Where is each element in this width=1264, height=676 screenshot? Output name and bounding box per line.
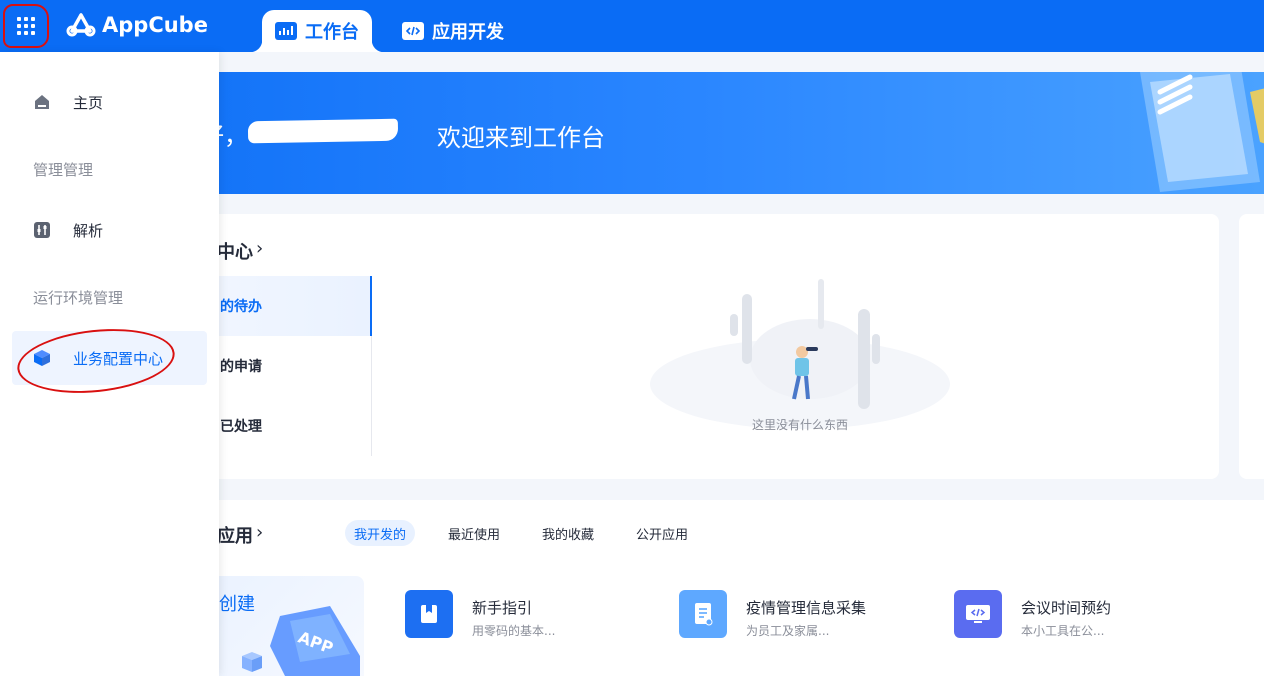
banner-illustration <box>1140 72 1264 192</box>
todo-center-card: 中心 › 的待办 的申请 已处理 这里没有什么东西 <box>200 214 1219 479</box>
code-icon <box>402 22 424 40</box>
sidebar-group-label: 管理管理 <box>33 161 94 179</box>
side-menu-drawer: 主页 管理管理 解析 运行环境管理 业务配置中心 <box>0 52 219 676</box>
filter-recent[interactable]: 最近使用 <box>439 520 509 546</box>
sidebar-item-label: 业务配置中心 <box>73 349 164 368</box>
sidebar-group-label: 运行环境管理 <box>33 289 124 307</box>
bookmark-icon <box>405 590 453 638</box>
sidebar-item-label: 解析 <box>73 221 104 240</box>
tab-processed[interactable]: 已处理 <box>200 396 372 456</box>
app-grid-menu-button[interactable] <box>6 6 46 46</box>
redacted-username <box>247 118 399 144</box>
tab-app-development[interactable]: 应用开发 <box>402 10 504 52</box>
sidebar-item-parse[interactable]: 解析 <box>12 203 207 257</box>
create-app-card[interactable]: 创建 APP <box>200 576 364 676</box>
empty-state-text: 这里没有什么东西 <box>752 418 849 432</box>
filter-favorites[interactable]: 我的收藏 <box>533 520 603 546</box>
todo-center-title[interactable]: 中心 <box>217 238 253 264</box>
apps-title[interactable]: 应用 <box>217 522 253 548</box>
app-card-meeting-booking[interactable]: 会议时间预约 本小工具在公... <box>954 590 1214 640</box>
app-name: 疫情管理信息采集 <box>746 599 867 617</box>
app-description: 本小工具在公... <box>1021 624 1105 638</box>
home-icon <box>33 93 51 111</box>
filter-public[interactable]: 公开应用 <box>627 520 697 546</box>
apps-section: 应用 › 我开发的 最近使用 我的收藏 公开应用 创建 APP 新手指引 用零码… <box>200 500 1264 676</box>
app-description: 用零码的基本... <box>472 624 556 638</box>
brand-logo[interactable]: AppCube <box>66 12 208 38</box>
filter-my-developed[interactable]: 我开发的 <box>345 520 416 546</box>
tab-label: 应用开发 <box>432 22 504 43</box>
app-card-beginner-guide[interactable]: 新手指引 用零码的基本... <box>405 590 665 640</box>
chevron-right-icon[interactable]: › <box>256 522 263 543</box>
sliders-icon <box>33 221 51 239</box>
monitor-code-icon <box>954 590 1002 638</box>
app-name: 新手指引 <box>472 599 533 617</box>
sidebar-item-business-config[interactable]: 业务配置中心 <box>12 331 207 385</box>
grid-icon <box>17 17 35 35</box>
dashboard-icon <box>275 22 297 40</box>
appcube-logo-icon <box>66 13 96 37</box>
side-card <box>1239 214 1264 479</box>
sidebar-item-home[interactable]: 主页 <box>12 75 207 129</box>
brand-name: AppCube <box>102 13 208 37</box>
tab-my-todo[interactable]: 的待办 <box>200 276 372 336</box>
top-navigation-bar: AppCube 工作台 应用开发 <box>0 0 1264 52</box>
chevron-right-icon[interactable]: › <box>256 238 263 259</box>
tab-my-requests[interactable]: 的申请 <box>200 336 372 396</box>
cube-icon <box>33 349 51 367</box>
todo-tabs: 的待办 的申请 已处理 <box>200 276 372 456</box>
welcome-text: 欢迎来到工作台 <box>437 124 605 152</box>
tab-workbench[interactable]: 工作台 <box>250 10 384 52</box>
app-name: 会议时间预约 <box>1021 599 1112 617</box>
tab-label: 工作台 <box>305 22 359 43</box>
app-card-epidemic-info[interactable]: 疫情管理信息采集 为员工及家属... <box>679 590 939 640</box>
sidebar-item-label: 主页 <box>73 93 104 112</box>
app-cube-illustration: APP <box>242 606 360 676</box>
document-icon <box>679 590 727 638</box>
app-description: 为员工及家属... <box>746 624 830 638</box>
